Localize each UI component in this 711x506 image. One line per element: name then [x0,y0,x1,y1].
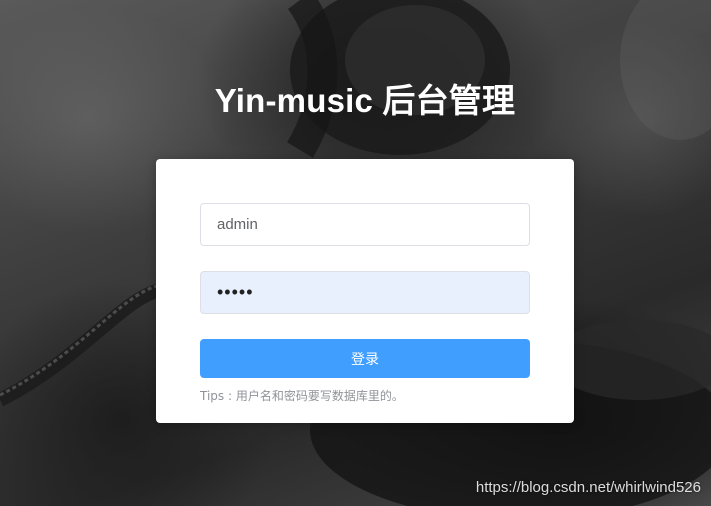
login-card: 登录 Tips : 用户名和密码要写数据库里的。 [156,159,574,423]
watermark-text: https://blog.csdn.net/whirlwind526 [475,479,701,496]
login-button[interactable]: 登录 [200,339,530,378]
tips-text: Tips : 用户名和密码要写数据库里的。 [200,389,404,403]
password-input[interactable] [200,271,530,314]
page-title: Yin-music 后台管理 [214,82,516,119]
username-input[interactable] [200,203,530,246]
